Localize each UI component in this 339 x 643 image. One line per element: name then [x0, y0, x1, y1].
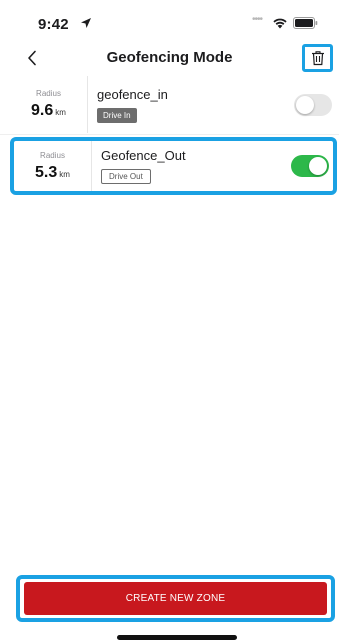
delete-button[interactable] — [302, 44, 333, 72]
status-bar: 9:42 •••• — [0, 0, 339, 42]
zone-name: Geofence_Out — [101, 148, 186, 163]
radius-unit: km — [55, 108, 66, 117]
signal-dots-icon: •••• — [252, 14, 263, 25]
create-new-zone-button[interactable]: CREATE NEW ZONE — [24, 582, 327, 615]
zone-toggle-geofence-in[interactable] — [294, 93, 332, 116]
page-title: Geofencing Mode — [106, 49, 233, 66]
home-indicator — [117, 635, 237, 640]
zone-info: Geofence_Out Drive Out — [92, 141, 291, 191]
zone-toggle-geofence-out[interactable] — [291, 155, 329, 177]
row-divider — [0, 134, 339, 135]
zone-name: geofence_in — [97, 86, 168, 102]
radius-unit: km — [59, 169, 70, 179]
radius-column: Radius 5.3 km — [14, 141, 92, 191]
zone-info: geofence_in Drive In — [88, 76, 294, 133]
toggle-knob — [296, 95, 314, 114]
radius-value-display: 5.3 km — [35, 164, 70, 182]
radius-label: Radius — [36, 89, 61, 98]
zone-row-geofence-out[interactable]: Radius 5.3 km Geofence_Out Drive Out — [10, 137, 337, 195]
zone-row-geofence-in[interactable]: Radius 9.6 km geofence_in Drive In — [10, 76, 336, 133]
radius-label: Radius — [40, 150, 65, 160]
nav-bar: Geofencing Mode — [0, 42, 339, 74]
wifi-icon — [273, 18, 287, 29]
trash-icon — [311, 51, 324, 66]
drive-out-tag: Drive Out — [101, 169, 151, 184]
radius-value-display: 9.6 km — [31, 102, 66, 120]
toggle-knob — [309, 157, 327, 175]
location-arrow-icon — [81, 18, 91, 28]
battery-icon — [293, 17, 318, 29]
drive-in-tag: Drive In — [97, 107, 137, 123]
create-button-highlight: CREATE NEW ZONE — [16, 575, 335, 622]
status-time: 9:42 — [38, 16, 69, 33]
radius-value: 5.3 — [35, 163, 58, 181]
radius-value: 9.6 — [31, 102, 54, 119]
radius-column: Radius 9.6 km — [10, 76, 88, 133]
